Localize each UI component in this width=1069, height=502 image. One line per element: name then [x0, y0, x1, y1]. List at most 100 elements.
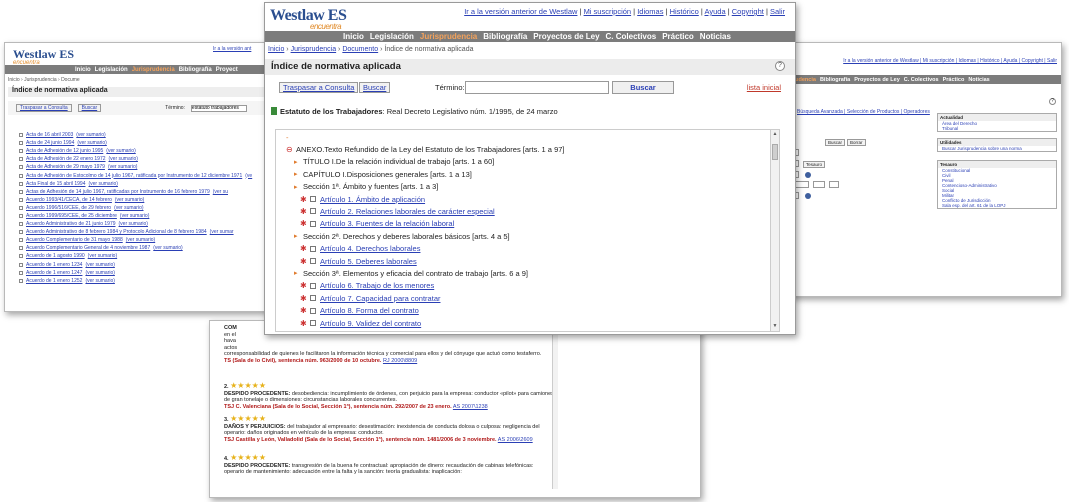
- item-link[interactable]: Acta de 24 junio 1994: [26, 140, 74, 146]
- search-sublinks[interactable]: Búsqueda Avanzada | Selección de Product…: [797, 109, 930, 115]
- item-checkbox[interactable]: [19, 254, 23, 259]
- buscar-button[interactable]: Buscar: [825, 139, 846, 146]
- tree-section[interactable]: ▸ Sección 3ª. Elementos y eficacia del co…: [294, 267, 528, 279]
- nav-proyectos[interactable]: Proyectos de Ley: [854, 77, 900, 83]
- article-checkbox[interactable]: [310, 282, 316, 289]
- subscription-link[interactable]: Mi suscripción: [584, 7, 632, 16]
- tree-section[interactable]: ▸ Sección 1ª. Ámbito y fuentes [arts. 1 a…: [294, 181, 438, 193]
- ref-link[interactable]: RJ 2000\8809: [383, 358, 417, 364]
- lista-inicial-link[interactable]: lista inicial: [747, 83, 781, 92]
- form-field[interactable]: [813, 181, 825, 188]
- nav-practico[interactable]: Práctico: [662, 32, 694, 41]
- tree-section[interactable]: ▸Sección 4ª. Modalidades del contrato de…: [294, 329, 510, 332]
- tree-article[interactable]: ✱ Artículo 8. Forma del contrato: [300, 305, 419, 317]
- tree-article[interactable]: ✱ Artículo 7. Capacidad para contratar: [300, 292, 440, 304]
- tree-article[interactable]: ✱ Artículo 3. Fuentes de la relación labo…: [300, 218, 454, 230]
- buscar-button[interactable]: Buscar: [77, 104, 102, 112]
- item-checkbox[interactable]: [19, 181, 23, 186]
- item-checkbox[interactable]: [19, 189, 23, 194]
- nav-practico[interactable]: Práctico: [943, 77, 965, 83]
- item-checkbox[interactable]: [19, 246, 23, 251]
- nav-noticias[interactable]: Noticias: [700, 32, 731, 41]
- item-checkbox[interactable]: [19, 270, 23, 275]
- item-checkbox[interactable]: [19, 157, 23, 162]
- expand-arrow-icon[interactable]: ▸: [294, 183, 303, 191]
- ref-link[interactable]: AS 2007\1238: [453, 404, 488, 410]
- collapse-icon[interactable]: ⊖: [286, 145, 296, 154]
- item-link[interactable]: Acta de Adhesión de 29 mayo 1979: [26, 164, 105, 170]
- info-icon[interactable]: [805, 172, 811, 178]
- nav-legislacion[interactable]: Legislación: [370, 32, 414, 41]
- previous-version-link[interactable]: Ir a la versión anterior de Westlaw: [464, 7, 577, 16]
- summary-link[interactable]: (ver sumario): [109, 156, 138, 162]
- summary-link[interactable]: (ve: [245, 173, 252, 179]
- history-link[interactable]: Histórico: [670, 7, 699, 16]
- article-checkbox[interactable]: [310, 245, 316, 252]
- tesauro-button[interactable]: Tesauro: [803, 161, 826, 168]
- nav-jurisprudencia[interactable]: Jurisprudencia: [420, 32, 477, 41]
- article-link[interactable]: Artículo 4. Derechos laborales: [320, 244, 420, 253]
- borrar-button[interactable]: Borrar: [847, 139, 866, 146]
- expand-arrow-icon[interactable]: ▸: [294, 232, 303, 240]
- nav-colectivos[interactable]: C. Colectivos: [606, 32, 657, 41]
- summary-link[interactable]: (ver sumario): [85, 270, 114, 276]
- tree-article[interactable]: ✱ Artículo 4. Derechos laborales: [300, 243, 420, 255]
- form-field[interactable]: [829, 181, 839, 188]
- summary-link[interactable]: (ver sumario): [76, 132, 105, 138]
- termino-input[interactable]: [190, 104, 247, 112]
- nav-proyectos[interactable]: Proyect: [216, 67, 238, 73]
- summary-link[interactable]: (ver sumario): [108, 164, 137, 170]
- expand-arrow-icon[interactable]: ▸: [294, 331, 303, 332]
- article-checkbox[interactable]: [310, 307, 316, 314]
- nav-colectivos[interactable]: C. Colectivos: [904, 77, 939, 83]
- article-checkbox[interactable]: [310, 208, 316, 215]
- buscar-link-button[interactable]: Buscar: [359, 82, 391, 93]
- item-checkbox[interactable]: [19, 205, 23, 210]
- scrollbar[interactable]: [552, 329, 558, 489]
- article-link[interactable]: Artículo 2. Relaciones laborales de cará…: [320, 207, 495, 216]
- article-link[interactable]: Artículo 1. Ámbito de aplicación: [320, 195, 425, 204]
- tree-article[interactable]: ✱ Artículo 9. Validez del contrato: [300, 317, 421, 329]
- help-icon[interactable]: ?: [775, 61, 785, 71]
- nav-legislacion[interactable]: Legislación: [95, 67, 128, 73]
- nav-proyectos[interactable]: Proyectos de Ley: [533, 32, 599, 41]
- nav-noticias[interactable]: Noticias: [968, 77, 989, 83]
- crumb-documento[interactable]: Documento: [342, 46, 378, 53]
- scroll-up-icon[interactable]: ▲: [772, 131, 778, 138]
- tree-article[interactable]: ✱ Artículo 2. Relaciones laborales de car…: [300, 205, 495, 217]
- item-link[interactable]: Acta de 16 abril 2003: [26, 132, 73, 138]
- item-checkbox[interactable]: [19, 262, 23, 267]
- nav-bibliografia[interactable]: Bibliografía: [820, 77, 850, 83]
- item-link[interactable]: Acuerdo Complementario General de 4 novi…: [26, 245, 150, 251]
- tree-section[interactable]: -: [286, 131, 289, 143]
- article-checkbox[interactable]: [310, 258, 316, 264]
- traspasar-button[interactable]: Traspasar a Consulta: [16, 104, 72, 112]
- summary-link[interactable]: (ver sumario): [106, 148, 135, 154]
- item-link[interactable]: Acta de Adhesión de Estocolmo de 14 juli…: [26, 173, 242, 179]
- nav-jurisprudencia[interactable]: Jurisprudencia: [132, 67, 175, 73]
- tree-article[interactable]: ✱ Artículo 5. Deberes laborales: [300, 255, 417, 267]
- summary-link[interactable]: (ver sumario): [85, 278, 114, 284]
- scroll-thumb[interactable]: [772, 144, 778, 160]
- article-checkbox[interactable]: [310, 295, 316, 302]
- item-link[interactable]: Acuerdo de 1 enero 1247: [26, 270, 82, 276]
- traspasar-button[interactable]: Traspasar a Consulta: [279, 82, 359, 93]
- item-link[interactable]: Acta de Adhesión de 22 enero 1972: [26, 156, 106, 162]
- ref-link[interactable]: AS 2006\2609: [498, 437, 533, 443]
- article-checkbox[interactable]: [310, 320, 316, 326]
- tree-section[interactable]: ⊖ ANEXO.Texto Refundido de la Ley del Est…: [286, 143, 565, 155]
- article-link[interactable]: Artículo 9. Validez del contrato: [320, 319, 421, 328]
- article-link[interactable]: Artículo 7. Capacidad para contratar: [320, 294, 440, 303]
- nav-jurisprudencia[interactable]: rudencia: [793, 77, 816, 83]
- summary-link[interactable]: (ver sumario): [120, 213, 149, 219]
- article-link[interactable]: Artículo 5. Deberes laborales: [320, 257, 417, 266]
- scroll-down-icon[interactable]: ▼: [772, 323, 778, 330]
- summary-link[interactable]: (ver sumario): [114, 205, 143, 211]
- nav-inicio[interactable]: Inicio: [343, 32, 364, 41]
- article-link[interactable]: Artículo 3. Fuentes de la relación labor…: [320, 219, 454, 228]
- summary-link[interactable]: (ver sumario): [85, 262, 114, 268]
- item-checkbox[interactable]: [19, 238, 23, 243]
- tree-section[interactable]: ▸ TÍTULO I.De la relación individual de t…: [294, 156, 494, 168]
- tree-section[interactable]: ▸ CAPÍTULO I.Disposiciones generales [art…: [294, 168, 472, 180]
- item-checkbox[interactable]: [19, 278, 23, 283]
